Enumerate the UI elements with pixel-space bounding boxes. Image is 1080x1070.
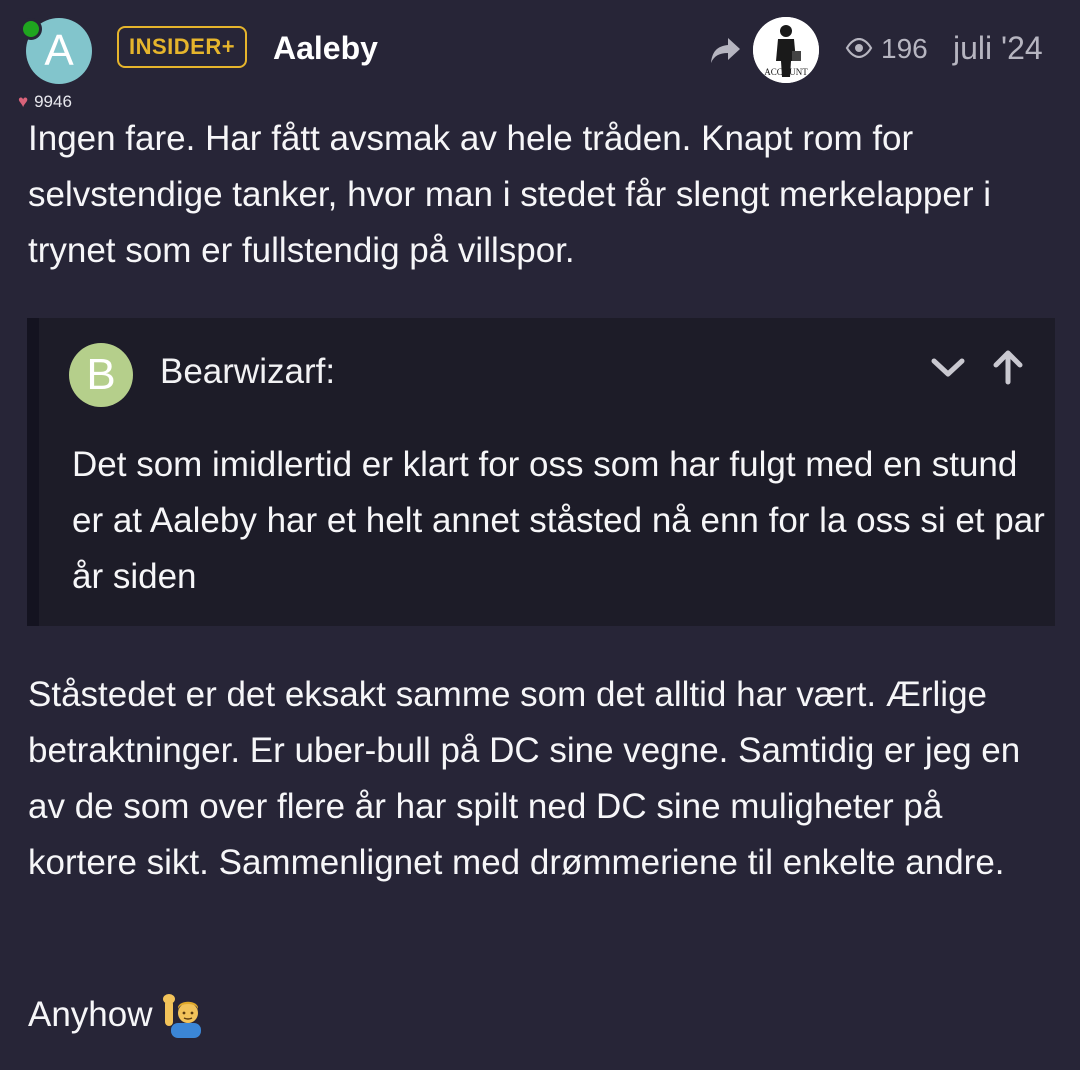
author-username[interactable]: Aaleby	[273, 30, 378, 67]
quote-block: B Bearwizarf: Det som imidlertid er klar…	[27, 318, 1055, 626]
quote-text: Det som imidlertid er klart for oss som …	[72, 445, 1045, 596]
likes-count: 9946	[34, 92, 72, 111]
quote-controls	[929, 348, 1027, 386]
online-status-indicator	[20, 18, 42, 40]
forum-post: A ♥ 9946 INSIDER+ Aaleby ACCOUNT 196 jul	[0, 0, 1080, 1070]
reply-to-arrow-icon[interactable]	[706, 30, 746, 70]
post-date[interactable]: juli '24	[953, 30, 1043, 67]
eye-icon	[845, 33, 873, 65]
quote-author-avatar[interactable]: B	[69, 343, 133, 407]
post-paragraph-3-text: Anyhow	[28, 995, 153, 1034]
view-counter: 196	[845, 33, 928, 65]
insider-badge[interactable]: INSIDER+	[117, 26, 248, 68]
post-paragraph-1: Ingen fare. Har fått avsmak av hele tråd…	[28, 119, 991, 270]
quote-author-name[interactable]: Bearwizarf:	[160, 352, 335, 392]
reply-to-avatar-text: ACCOUNT	[764, 67, 808, 77]
reply-to-avatar[interactable]: ACCOUNT	[753, 17, 819, 83]
author-avatar[interactable]: A	[20, 18, 92, 84]
person-raising-hand-icon	[161, 992, 207, 1038]
chevron-down-icon[interactable]	[929, 348, 967, 386]
views-count: 196	[881, 33, 928, 64]
arrow-up-icon[interactable]	[989, 348, 1027, 386]
heart-icon: ♥	[18, 92, 29, 111]
author-likes: ♥ 9946	[18, 92, 72, 112]
post-paragraph-2: Ståstedet er det eksakt samme som det al…	[28, 675, 1021, 882]
post-paragraph-3: Anyhow	[28, 987, 1058, 1043]
